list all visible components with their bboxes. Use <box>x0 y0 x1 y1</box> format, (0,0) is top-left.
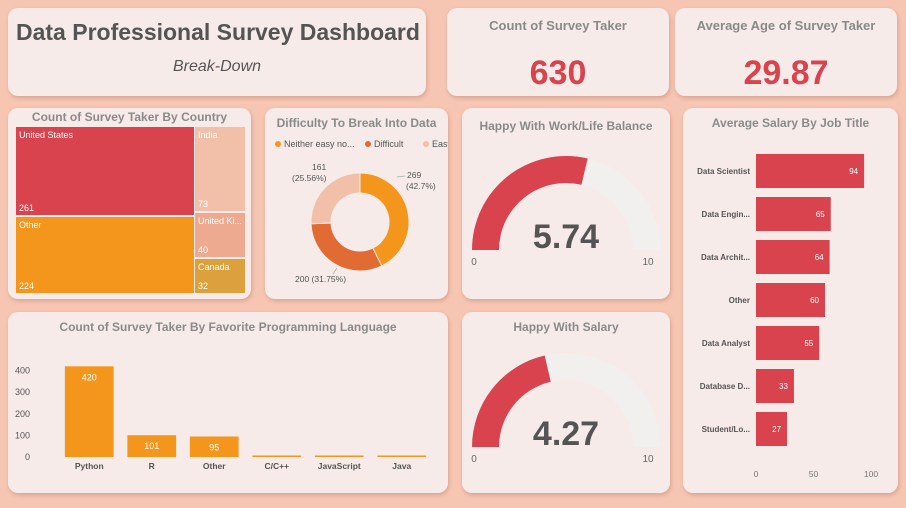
donut-data-label: (42.7%) <box>406 181 436 191</box>
salary-gauge-chart: 4.27 0 10 <box>471 353 660 465</box>
treemap-cell-united-states[interactable]: United States 261 <box>15 126 201 216</box>
bar-data-label: 27 <box>772 425 781 434</box>
gauge-min-label: 0 <box>471 257 477 268</box>
bar-data-label: 94 <box>849 167 858 176</box>
treemap-value: 40 <box>198 245 209 255</box>
kpi-age-label: Average Age of Survey Taker <box>696 18 876 33</box>
donut-leader-line <box>396 175 406 178</box>
country-treemap-card: Count of Survey Taker By Country United … <box>8 108 251 299</box>
treemap-label: Canada <box>198 262 230 272</box>
treemap-label: India <box>198 130 218 140</box>
y-tick-label: Data Analyst <box>702 339 751 348</box>
bar-data-label: 420 <box>82 372 97 382</box>
dashboard-subtitle: Break-Down <box>172 58 262 75</box>
worklife-gauge-chart: 5.74 0 10 <box>471 156 660 268</box>
bar-data-label: 101 <box>144 441 159 451</box>
y-tick-label: 300 <box>15 387 30 397</box>
y-tick-label: Student/Lo... <box>702 425 750 434</box>
legend-label: Neither easy no... <box>284 139 355 149</box>
donut-data-label: 200 (31.75%) <box>295 274 346 284</box>
bar-data-label: 65 <box>816 210 825 219</box>
bar-data-label: 60 <box>810 296 819 305</box>
gauge-max-label: 10 <box>642 454 654 465</box>
kpi-age-card: Average Age of Survey Taker 29.87 <box>675 8 897 96</box>
gauge-min-label: 0 <box>471 454 477 465</box>
x-tick-label: Python <box>75 461 104 471</box>
language-bar-chart: 0 100 200 300 400 420 Python 101 R 95 Other C/C++ Ja… <box>15 366 427 471</box>
bar-data-label: 64 <box>815 253 824 262</box>
treemap-label: United States <box>19 130 74 140</box>
language-bar-card: Count of Survey Taker By Favorite Progra… <box>8 312 448 493</box>
bar <box>314 455 364 457</box>
treemap-cell-canada[interactable]: Canada 32 <box>194 258 246 294</box>
y-tick-label: Database D... <box>700 382 750 391</box>
bar-data-label: 33 <box>779 382 788 391</box>
difficulty-donut-chart: Neither easy no... Difficult Easy 269(42.7%… <box>275 139 448 284</box>
gauge-value: 5.74 <box>533 218 599 256</box>
difficulty-donut-card: Difficulty To Break Into Data Neither ea… <box>265 108 448 299</box>
x-tick-label: R <box>149 461 155 471</box>
y-tick-label: Data Engin... <box>702 210 750 219</box>
bar <box>756 154 865 188</box>
y-tick-label: Data Archit... <box>701 253 750 262</box>
kpi-age-value: 29.87 <box>743 54 829 92</box>
worklife-gauge-card: Happy With Work/Life Balance 5.74 0 10 <box>462 108 670 299</box>
x-tick-label: 50 <box>809 469 819 479</box>
donut-data-label: 161 <box>312 162 326 172</box>
legend-marker <box>365 141 371 147</box>
y-tick-label: 200 <box>15 409 30 419</box>
salary-gauge-card: Happy With Salary 4.27 0 10 <box>462 312 670 493</box>
y-tick-label: 400 <box>15 366 30 376</box>
donut-data-label: 269 <box>407 170 421 180</box>
header-card: Data Professional Survey Dashboard Break… <box>8 8 426 96</box>
bar-data-label: 55 <box>804 339 813 348</box>
country-treemap-title: Count of Survey Taker By Country <box>31 110 228 124</box>
bar <box>377 455 427 457</box>
kpi-count-value: 630 <box>529 54 587 92</box>
kpi-count-card: Count of Survey Taker 630 <box>447 8 669 96</box>
salary-jobtitle-chart: 94 Data Scientist 65 Data Engin... 64 Data Ar… <box>697 154 878 479</box>
dashboard-title: Data Professional Survey Dashboard <box>16 19 420 45</box>
treemap-value: 32 <box>198 281 209 291</box>
legend-label: Easy <box>432 139 448 149</box>
x-tick-label: Java <box>392 461 411 471</box>
treemap-value: 224 <box>19 281 35 291</box>
treemap-cell-india[interactable]: India 73 <box>194 126 246 212</box>
donut-slice <box>310 222 383 272</box>
y-tick-label: Data Scientist <box>697 167 750 176</box>
gauge-value: 4.27 <box>533 415 599 453</box>
treemap-label: United Ki... <box>198 216 243 226</box>
gauge-max-label: 10 <box>642 257 654 268</box>
y-tick-label: 100 <box>15 430 30 440</box>
x-tick-label: 100 <box>864 469 878 479</box>
bar-data-label: 95 <box>209 442 219 452</box>
x-tick-label: JavaScript <box>318 461 361 471</box>
salary-jobtitle-card: Average Salary By Job Title 94 Data Scien… <box>683 108 898 493</box>
legend-marker <box>423 141 429 147</box>
legend-label: Difficult <box>374 139 404 149</box>
y-tick-label: Other <box>729 296 750 305</box>
y-tick-label: 0 <box>25 452 30 462</box>
x-tick-label: C/C++ <box>264 461 289 471</box>
donut-data-label: (25.56%) <box>292 173 327 183</box>
treemap-label: Other <box>19 220 42 230</box>
x-tick-label: Other <box>203 461 226 471</box>
bar <box>756 369 794 403</box>
treemap-value: 261 <box>19 203 35 213</box>
legend-marker <box>275 141 281 147</box>
treemap-cell-other[interactable]: Other 224 <box>15 216 201 294</box>
treemap-cell-united-kingdom[interactable]: United Ki... 40 <box>194 212 246 258</box>
x-tick-label: 0 <box>754 469 759 479</box>
treemap-value: 73 <box>198 199 209 209</box>
kpi-count-label: Count of Survey Taker <box>489 18 627 33</box>
bar <box>252 455 302 457</box>
